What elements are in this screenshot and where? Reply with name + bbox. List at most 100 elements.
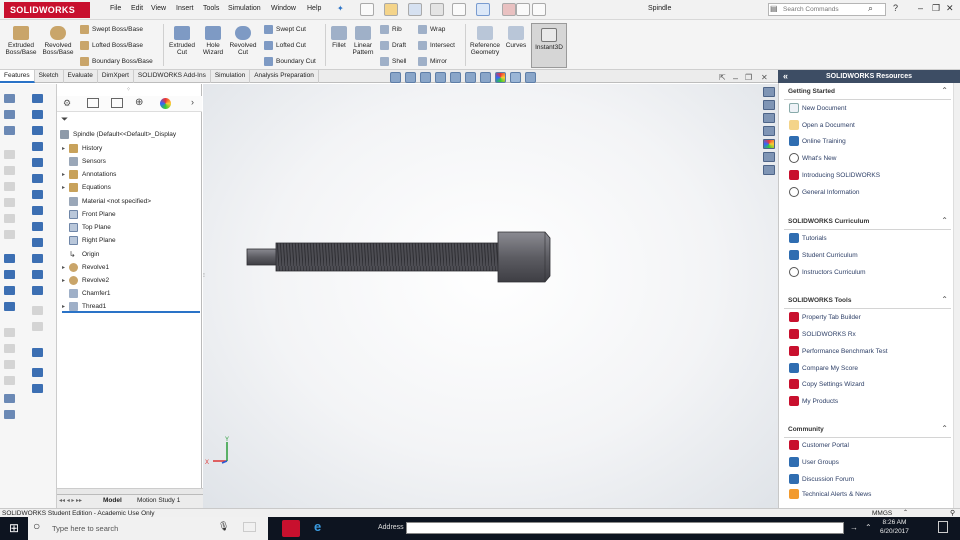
custom-properties-icon[interactable]: [763, 152, 775, 162]
toolbar-icon[interactable]: [4, 394, 15, 403]
expand-icon[interactable]: ▸: [62, 264, 69, 271]
tab-model[interactable]: Model: [103, 497, 122, 504]
mirror-button[interactable]: Mirror: [418, 57, 447, 66]
view-settings-icon[interactable]: [525, 72, 536, 83]
rib-button[interactable]: Rib: [380, 25, 402, 34]
previous-view-icon[interactable]: [420, 72, 431, 83]
solidworks-logo[interactable]: SOLIDWORKS: [4, 2, 90, 18]
resource-property-tab-builder[interactable]: Property Tab Builder: [789, 312, 861, 322]
property-manager-icon[interactable]: [87, 98, 99, 108]
toolbar-icon[interactable]: [4, 270, 15, 279]
configuration-manager-icon[interactable]: [111, 98, 123, 108]
edge-browser-icon[interactable]: e: [314, 519, 321, 534]
new-document-icon[interactable]: [360, 3, 374, 16]
resource-my-products[interactable]: My Products: [789, 396, 838, 406]
toolbar-icon[interactable]: [4, 360, 15, 369]
toolbar-icon[interactable]: [32, 368, 43, 377]
toolbar-icon[interactable]: [32, 158, 43, 167]
microphone-icon[interactable]: 🎙: [218, 521, 229, 532]
notifications-icon[interactable]: [938, 521, 948, 533]
toolbar-icon[interactable]: [32, 110, 43, 119]
lofted-boss-button[interactable]: Lofted Boss/Base: [80, 41, 143, 50]
tab-evaluate[interactable]: Evaluate: [64, 70, 98, 83]
toolbar-icon[interactable]: [4, 150, 15, 159]
menu-simulation[interactable]: Simulation: [228, 5, 261, 12]
toolbar-icon[interactable]: [32, 238, 43, 247]
tab-addins[interactable]: SOLIDWORKS Add-Ins: [134, 70, 211, 83]
solidworks-taskbar-icon[interactable]: [282, 520, 300, 537]
windows-start-icon[interactable]: ⊞: [9, 521, 19, 535]
graphics-viewport[interactable]: [203, 84, 778, 508]
feature-tree-icon[interactable]: ⚙: [63, 98, 71, 109]
boundary-cut-button[interactable]: Boundary Cut: [264, 57, 316, 66]
expand-icon[interactable]: ▸: [62, 303, 69, 310]
resource-general-information[interactable]: General Information: [789, 187, 859, 197]
swept-boss-button[interactable]: Swept Boss/Base: [80, 25, 143, 34]
print-icon[interactable]: [430, 3, 444, 16]
resource-discussion-forum[interactable]: Discussion Forum: [789, 474, 854, 484]
resource-performance-benchmark[interactable]: Performance Benchmark Test: [789, 346, 888, 356]
view-palette-icon[interactable]: [763, 126, 775, 136]
expand-icon[interactable]: ▸: [62, 277, 69, 284]
undo-icon[interactable]: [452, 3, 466, 16]
file-properties-icon[interactable]: [516, 3, 530, 16]
resources-scrollbar[interactable]: [953, 83, 960, 508]
resources-home-icon[interactable]: [763, 87, 775, 97]
toolbar-icon[interactable]: [32, 142, 43, 151]
resource-tutorials[interactable]: Tutorials: [789, 233, 827, 243]
toolbar-icon[interactable]: [32, 190, 43, 199]
menu-view[interactable]: View: [151, 5, 166, 12]
rebuild-icon[interactable]: [502, 3, 516, 16]
toolbar-icon[interactable]: [32, 270, 43, 279]
tree-item-history[interactable]: ▸ History: [62, 144, 102, 153]
reference-geometry-button[interactable]: Reference Geometry: [468, 26, 502, 56]
minimize-icon[interactable]: –: [918, 3, 923, 13]
toolbar-icon[interactable]: [4, 230, 15, 239]
toolbar-icon[interactable]: [4, 166, 15, 175]
resource-introducing-solidworks[interactable]: Introducing SOLIDWORKS: [789, 170, 880, 180]
toolbar-icon[interactable]: [32, 384, 43, 393]
expand-icon[interactable]: ▸: [62, 171, 69, 178]
chevron-right-icon[interactable]: ›: [191, 97, 194, 107]
menu-window[interactable]: Window: [271, 5, 296, 12]
expand-icon[interactable]: ▸: [62, 145, 69, 152]
resource-instructors-curriculum[interactable]: Instructors Curriculum: [789, 267, 866, 277]
task-view-icon[interactable]: [243, 522, 256, 532]
linear-pattern-button[interactable]: Linear Pattern: [350, 26, 376, 56]
toolbar-icon[interactable]: [32, 286, 43, 295]
select-arrow-icon[interactable]: [476, 3, 490, 16]
menu-file[interactable]: File: [110, 5, 121, 12]
chevron-up-icon[interactable]: ⌃: [941, 86, 948, 95]
filter-icon[interactable]: ⏷: [61, 114, 68, 125]
fillet-button[interactable]: Fillet: [328, 26, 350, 49]
toolbar-icon[interactable]: [4, 182, 15, 191]
draft-button[interactable]: Draft: [380, 41, 406, 50]
instant3d-button[interactable]: Instant3D: [531, 23, 567, 68]
tree-root[interactable]: Spindle (Default<<Default>_Display: [60, 130, 176, 139]
extruded-boss-button[interactable]: Extruded Boss/Base: [4, 26, 38, 56]
toolbar-icon[interactable]: [4, 94, 15, 103]
lofted-cut-button[interactable]: Lofted Cut: [264, 41, 306, 50]
tab-sketch[interactable]: Sketch: [35, 70, 64, 83]
toolbar-icon[interactable]: [4, 344, 15, 353]
resource-new-document[interactable]: New Document: [789, 103, 846, 113]
revolved-boss-button[interactable]: Revolved Boss/Base: [40, 26, 76, 56]
toolbar-icon[interactable]: [4, 286, 15, 295]
tree-item-top-plane[interactable]: Top Plane: [62, 223, 111, 232]
display-style-icon[interactable]: [465, 72, 476, 83]
tree-item-front-plane[interactable]: Front Plane: [62, 210, 116, 219]
open-folder-icon[interactable]: [384, 3, 398, 16]
options-gear-icon[interactable]: [532, 3, 546, 16]
file-explorer-icon[interactable]: [763, 113, 775, 123]
appearances-icon[interactable]: [763, 139, 775, 149]
toolbar-icon[interactable]: [32, 94, 43, 103]
edit-appearance-icon[interactable]: [495, 72, 506, 83]
tree-item-equations[interactable]: ▸ Equations: [62, 183, 111, 192]
toolbar-icon[interactable]: [32, 206, 43, 215]
tab-motion-study[interactable]: Motion Study 1: [137, 497, 180, 504]
resource-open-document[interactable]: Open a Document: [789, 120, 855, 130]
restore-icon[interactable]: ❐: [932, 3, 940, 14]
taskbar-clock[interactable]: 8:26 AM 6/20/2017: [880, 518, 909, 536]
dimxpert-manager-icon[interactable]: ⊕: [135, 97, 143, 108]
toolbar-icon[interactable]: [32, 126, 43, 135]
